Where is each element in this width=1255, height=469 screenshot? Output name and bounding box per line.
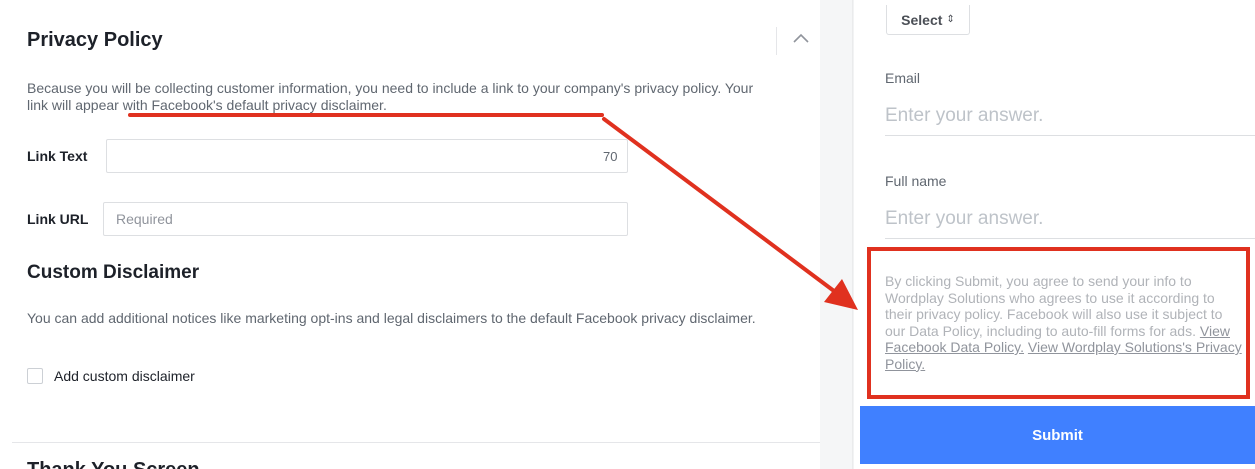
custom-disclaimer-checkbox-label[interactable]: Add custom disclaimer (54, 368, 195, 384)
collapse-section-button[interactable] (786, 24, 816, 52)
lead-form-editor-screen: Privacy Policy Because you will be colle… (0, 0, 1255, 469)
privacy-policy-description: Because you will be collecting customer … (27, 80, 767, 114)
link-text-char-count: 70 (603, 149, 618, 164)
custom-disclaimer-checkbox[interactable] (27, 368, 43, 384)
privacy-policy-title: Privacy Policy (27, 29, 163, 51)
chevron-up-icon (793, 33, 809, 43)
link-url-input[interactable] (103, 202, 628, 236)
disclaimer-body: By clicking Submit, you agree to send yo… (885, 273, 1223, 339)
select-dropdown[interactable]: Select ⇕ (886, 5, 970, 35)
panel-gutter (820, 0, 854, 469)
custom-disclaimer-title: Custom Disclaimer (27, 262, 200, 283)
full-name-answer-input[interactable] (885, 199, 1255, 239)
section-divider (12, 442, 820, 443)
link-text-label: Link Text (27, 148, 88, 164)
sort-caret-icon: ⇕ (946, 14, 955, 25)
email-answer-input[interactable] (885, 96, 1255, 136)
submit-button[interactable]: Submit (860, 406, 1255, 464)
custom-disclaimer-description: You can add additional notices like mark… (27, 310, 756, 326)
collapse-separator (776, 27, 777, 55)
link-text-input[interactable] (106, 139, 628, 173)
question-label-full-name: Full name (885, 173, 947, 189)
thank-you-screen-title[interactable]: Thank You Screen (27, 459, 200, 469)
select-label: Select (901, 11, 943, 28)
privacy-policy-description-text: Because you will be collecting customer … (27, 80, 722, 96)
form-settings-panel: Privacy Policy Because you will be colle… (0, 0, 820, 469)
link-url-label: Link URL (27, 211, 89, 227)
privacy-disclaimer-text: By clicking Submit, you agree to send yo… (885, 273, 1245, 372)
question-label-email: Email (885, 70, 921, 86)
form-preview-panel: Select ⇕ Email Full name By clicking Sub… (854, 0, 1255, 469)
